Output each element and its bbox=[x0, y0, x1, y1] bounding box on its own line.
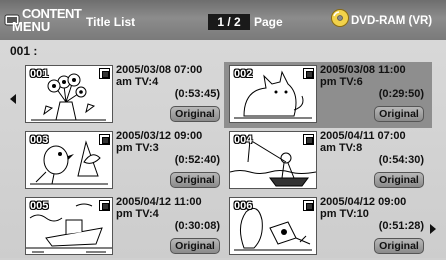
title-duration: (0:54:30) bbox=[378, 154, 424, 166]
disc-icon bbox=[331, 9, 349, 27]
title-info: 2005/04/12 11:00 pm TV:4 (0:30:08) bbox=[116, 196, 226, 233]
title-list-screen: CONTENT MENU Title List 1 / 2 Page DVD-R… bbox=[0, 0, 446, 258]
title-thumbnail: 001 bbox=[25, 65, 113, 123]
title-number: 006 bbox=[234, 200, 253, 212]
header-bar: CONTENT MENU Title List 1 / 2 Page DVD-R… bbox=[0, 0, 446, 40]
title-item-002[interactable]: 002 2005/03/08 11:00 pm TV:6 (0:29:50) O… bbox=[224, 62, 432, 128]
title-thumbnail: 004 bbox=[229, 131, 317, 189]
title-duration: (0:53:45) bbox=[174, 88, 220, 100]
disc-type-label: DVD-RAM (VR) bbox=[351, 15, 433, 27]
original-tag-button[interactable]: Original bbox=[374, 238, 424, 254]
original-tag-button[interactable]: Original bbox=[170, 172, 220, 188]
original-tag-button[interactable]: Original bbox=[374, 106, 424, 122]
title-number: 004 bbox=[234, 134, 253, 146]
original-tag-button[interactable]: Original bbox=[170, 238, 220, 254]
protect-icon bbox=[99, 200, 110, 211]
protect-icon bbox=[99, 68, 110, 79]
title-date: 2005/04/12 09:00 bbox=[320, 196, 407, 208]
title-date: 2005/03/12 09:00 bbox=[116, 130, 203, 142]
title-thumbnail: 005 bbox=[25, 197, 113, 255]
title-channel: am TV:4 bbox=[116, 76, 159, 88]
title-number: 001 bbox=[30, 68, 49, 80]
protect-icon bbox=[303, 200, 314, 211]
title-info: 2005/04/12 09:00 pm TV:10 (0:51:28) bbox=[320, 196, 430, 233]
title-channel: pm TV:3 bbox=[116, 142, 159, 154]
logo-line2: MENU bbox=[12, 19, 51, 34]
title-date: 2005/03/08 11:00 bbox=[320, 64, 406, 76]
page-title: Title List bbox=[86, 15, 136, 29]
selected-title-number: 001 : bbox=[10, 44, 38, 58]
title-duration: (0:30:08) bbox=[174, 220, 220, 232]
title-info: 2005/03/08 07:00 am TV:4 (0:53:45) bbox=[116, 64, 226, 101]
title-duration: (0:52:40) bbox=[174, 154, 220, 166]
title-info: 2005/04/11 07:00 am TV:8 (0:54:30) bbox=[320, 130, 430, 167]
title-date: 2005/03/08 07:00 bbox=[116, 64, 203, 76]
title-date: 2005/04/12 11:00 bbox=[116, 196, 202, 208]
page-indicator: 1 / 2 bbox=[208, 14, 250, 30]
title-info: 2005/03/12 09:00 pm TV:3 (0:52:40) bbox=[116, 130, 226, 167]
title-thumbnail: 002 bbox=[229, 65, 317, 123]
title-channel: pm TV:10 bbox=[320, 208, 369, 220]
title-number: 005 bbox=[30, 200, 49, 212]
title-thumbnail: 003 bbox=[25, 131, 113, 189]
protect-icon bbox=[303, 68, 314, 79]
prev-page-arrow-icon[interactable] bbox=[10, 94, 16, 104]
title-item-005[interactable]: 005 2005/04/12 11:00 pm TV:4 (0:30:08) O… bbox=[20, 194, 228, 260]
title-duration: (0:29:50) bbox=[378, 88, 424, 100]
title-channel: pm TV:6 bbox=[320, 76, 363, 88]
title-channel: am TV:8 bbox=[320, 142, 363, 154]
title-item-004[interactable]: 004 2005/04/11 07:00 am TV:8 (0:54:30) O… bbox=[224, 128, 432, 194]
title-item-001[interactable]: 001 2005/03/08 07:00 am TV:4 (0:53:45) O… bbox=[20, 62, 228, 128]
title-channel: pm TV:4 bbox=[116, 208, 159, 220]
title-duration: (0:51:28) bbox=[378, 220, 424, 232]
original-tag-button[interactable]: Original bbox=[170, 106, 220, 122]
title-number: 003 bbox=[30, 134, 49, 146]
content-menu-logo: CONTENT MENU bbox=[4, 6, 82, 36]
title-item-006[interactable]: 006 2005/04/12 09:00 pm TV:10 (0:51:28) … bbox=[224, 194, 432, 260]
title-info: 2005/03/08 11:00 pm TV:6 (0:29:50) bbox=[320, 64, 430, 101]
page-label: Page bbox=[254, 15, 283, 29]
original-tag-button[interactable]: Original bbox=[374, 172, 424, 188]
protect-icon bbox=[303, 134, 314, 145]
title-thumbnail: 006 bbox=[229, 197, 317, 255]
title-date: 2005/04/11 07:00 bbox=[320, 130, 406, 142]
title-item-003[interactable]: 003 2005/03/12 09:00 pm TV:3 (0:52:40) O… bbox=[20, 128, 228, 194]
protect-icon bbox=[99, 134, 110, 145]
title-number: 002 bbox=[234, 68, 253, 80]
